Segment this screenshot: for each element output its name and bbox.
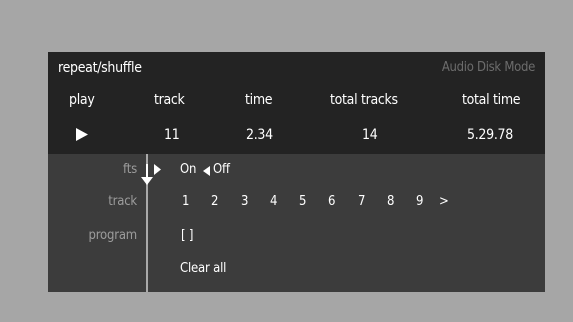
fts-label: fts <box>123 162 137 177</box>
track-number-9[interactable]: 9 <box>416 194 423 209</box>
track-number-8[interactable]: 8 <box>387 194 394 209</box>
track-number-5[interactable]: 5 <box>299 194 306 209</box>
program-slot[interactable]: [ ] <box>181 228 193 243</box>
column-header-track: track <box>154 92 185 108</box>
clear-all-button[interactable]: Clear all <box>180 261 226 276</box>
status-bar: repeat/shuffle Audio Disk Mode play trac… <box>48 52 545 154</box>
track-number-4[interactable]: 4 <box>270 194 277 209</box>
track-number-1[interactable]: 1 <box>182 194 189 209</box>
column-header-play: play <box>69 92 95 108</box>
fts-option-on[interactable]: On <box>180 162 196 177</box>
column-header-total-time: total time <box>462 92 521 108</box>
track-value: 11 <box>164 127 180 143</box>
player-panel: repeat/shuffle Audio Disk Mode play trac… <box>48 52 545 292</box>
selection-arrow-icon <box>154 160 161 178</box>
page-title: repeat/shuffle <box>58 60 142 76</box>
play-icon <box>76 128 88 145</box>
track-number-7[interactable]: 7 <box>358 194 365 209</box>
fts-option-off[interactable]: Off <box>213 162 230 177</box>
column-header-total-tracks: total tracks <box>330 92 398 108</box>
program-label: program <box>88 228 138 243</box>
fts-toggle-arrow-icon[interactable] <box>203 162 210 180</box>
track-label: track <box>108 194 137 209</box>
next-tracks-button[interactable]: > <box>439 194 449 209</box>
column-header-time: time <box>245 92 273 108</box>
time-value: 2.34 <box>246 127 273 143</box>
track-number-3[interactable]: 3 <box>241 194 248 209</box>
track-number-2[interactable]: 2 <box>211 194 218 209</box>
total-tracks-value: 14 <box>362 127 378 143</box>
track-number-6[interactable]: 6 <box>328 194 335 209</box>
total-time-value: 5.29.78 <box>467 127 513 143</box>
cursor-down-icon <box>140 164 154 186</box>
mode-indicator: Audio Disk Mode <box>441 60 535 75</box>
settings-area: fts On Off track 1 2 3 4 5 6 7 8 9 > pro… <box>48 154 545 292</box>
